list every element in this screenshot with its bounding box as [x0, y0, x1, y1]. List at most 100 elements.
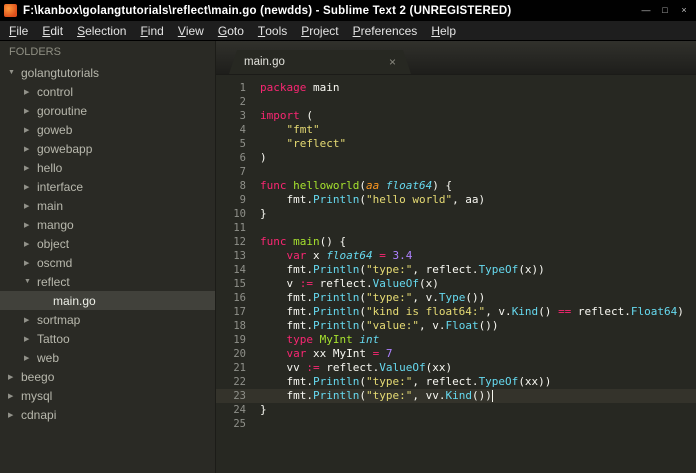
folder-item-goweb[interactable]: ▶ goweb	[0, 120, 215, 139]
code-line-14[interactable]: 14 fmt.Println("type:", reflect.TypeOf(x…	[216, 263, 696, 277]
folder-tree: ▼ golangtutorials ▶ control ▶ goroutine ▶ goweb…	[0, 63, 215, 473]
menu-goto[interactable]: Goto	[211, 21, 251, 40]
menu-selection[interactable]: Selection	[70, 21, 133, 40]
menu-preferences[interactable]: Preferences	[346, 21, 425, 40]
expand-arrow-icon[interactable]: ▶	[8, 392, 21, 400]
expand-arrow-icon[interactable]: ▶	[24, 107, 37, 115]
folder-item-golangtutorials[interactable]: ▼ golangtutorials	[0, 63, 215, 82]
code-line-16[interactable]: 16 fmt.Println("type:", v.Type())	[216, 291, 696, 305]
expand-arrow-icon[interactable]: ▶	[24, 183, 37, 191]
tab-main-go[interactable]: main.go ×	[229, 50, 411, 74]
folder-item-gowebapp[interactable]: ▶ gowebapp	[0, 139, 215, 158]
code-line-20[interactable]: 20 var xx MyInt = 7	[216, 347, 696, 361]
window-controls: — □ ×	[638, 4, 692, 18]
expand-arrow-icon[interactable]: ▶	[24, 354, 37, 362]
tree-item-label: mysql	[21, 388, 53, 403]
folder-item-mango[interactable]: ▶ mango	[0, 215, 215, 234]
code-line-3[interactable]: 3 import (	[216, 109, 696, 123]
code-text: import (	[260, 109, 313, 122]
file-item-main-go[interactable]: main.go	[0, 291, 215, 310]
code-line-5[interactable]: 5 "reflect"	[216, 137, 696, 151]
line-number: 6	[239, 152, 246, 164]
code-line-2[interactable]: 2	[216, 95, 696, 109]
menu-help[interactable]: Help	[424, 21, 463, 40]
menu-find[interactable]: Find	[133, 21, 170, 40]
title-bar[interactable]: F:\kanbox\golangtutorials\reflect\main.g…	[0, 0, 696, 21]
folder-item-main[interactable]: ▶ main	[0, 196, 215, 215]
folder-item-beego[interactable]: ▶ beego	[0, 367, 215, 386]
expand-arrow-icon[interactable]: ▶	[24, 88, 37, 96]
close-tab-icon[interactable]: ×	[389, 55, 396, 69]
code-line-13[interactable]: 13 var x float64 = 3.4	[216, 249, 696, 263]
tree-item-label: Tattoo	[37, 331, 70, 346]
main-area: FOLDERS ▼ golangtutorials ▶ control ▶ gorouti…	[0, 41, 696, 473]
code-line-19[interactable]: 19 type MyInt int	[216, 333, 696, 347]
tree-item-label: main	[37, 198, 64, 213]
expand-arrow-icon[interactable]: ▶	[24, 240, 37, 248]
close-button[interactable]: ×	[676, 4, 692, 18]
expand-arrow-icon[interactable]: ▶	[24, 202, 37, 210]
folder-item-tattoo[interactable]: ▶ Tattoo	[0, 329, 215, 348]
folder-item-cdnapi[interactable]: ▶ cdnapi	[0, 405, 215, 424]
maximize-button[interactable]: □	[657, 4, 673, 18]
collapse-arrow-icon[interactable]: ▼	[24, 278, 37, 285]
expand-arrow-icon[interactable]: ▶	[8, 373, 21, 381]
code-editor[interactable]: 1 package main 2 3 import (4 "fmt" 5 "reflect…	[216, 75, 696, 473]
expand-arrow-icon[interactable]: ▶	[24, 316, 37, 324]
code-line-21[interactable]: 21 vv := reflect.ValueOf(xx)	[216, 361, 696, 375]
expand-arrow-icon[interactable]: ▶	[8, 411, 21, 419]
code-line-1[interactable]: 1 package main	[216, 81, 696, 95]
folder-item-oscmd[interactable]: ▶ oscmd	[0, 253, 215, 272]
code-text: package main	[260, 81, 340, 94]
tree-item-label: main.go	[53, 293, 96, 308]
code-line-7[interactable]: 7	[216, 165, 696, 179]
folder-item-object[interactable]: ▶ object	[0, 234, 215, 253]
code-line-24[interactable]: 24}	[216, 403, 696, 417]
expand-arrow-icon[interactable]: ▶	[24, 259, 37, 267]
code-line-12[interactable]: 12 func main() {	[216, 235, 696, 249]
menu-project[interactable]: Project	[294, 21, 345, 40]
folder-item-hello[interactable]: ▶ hello	[0, 158, 215, 177]
expand-arrow-icon[interactable]: ▶	[24, 164, 37, 172]
code-line-10[interactable]: 10}	[216, 207, 696, 221]
folder-item-reflect[interactable]: ▼ reflect	[0, 272, 215, 291]
line-number: 21	[233, 362, 246, 374]
code-line-8[interactable]: 8 func helloworld(aa float64) {	[216, 179, 696, 193]
folder-item-goroutine[interactable]: ▶ goroutine	[0, 101, 215, 120]
code-line-22[interactable]: 22 fmt.Println("type:", reflect.TypeOf(x…	[216, 375, 696, 389]
code-line-4[interactable]: 4 "fmt"	[216, 123, 696, 137]
line-number: 17	[233, 306, 246, 318]
line-number: 25	[233, 418, 246, 430]
expand-arrow-icon[interactable]: ▶	[24, 145, 37, 153]
folder-item-web[interactable]: ▶ web	[0, 348, 215, 367]
minimize-button[interactable]: —	[638, 4, 654, 18]
folder-item-mysql[interactable]: ▶ mysql	[0, 386, 215, 405]
tree-item-label: oscmd	[37, 255, 73, 270]
folder-item-control[interactable]: ▶ control	[0, 82, 215, 101]
code-line-18[interactable]: 18 fmt.Println("value:", v.Float())	[216, 319, 696, 333]
code-line-15[interactable]: 15 v := reflect.ValueOf(x)	[216, 277, 696, 291]
expand-arrow-icon[interactable]: ▶	[24, 221, 37, 229]
code-text: func main() {	[260, 235, 347, 248]
menu-view[interactable]: View	[171, 21, 211, 40]
line-number: 24	[233, 404, 246, 416]
menu-file[interactable]: File	[2, 21, 35, 40]
code-line-23[interactable]: 23 fmt.Println("type:", vv.Kind())	[216, 389, 696, 403]
code-line-25[interactable]: 25	[216, 417, 696, 431]
code-line-9[interactable]: 9 fmt.Println("hello world", aa)	[216, 193, 696, 207]
code-text: }	[260, 207, 267, 220]
expand-arrow-icon[interactable]: ▶	[24, 126, 37, 134]
code-line-11[interactable]: 11	[216, 221, 696, 235]
expand-arrow-icon[interactable]: ▶	[24, 335, 37, 343]
folder-item-sortmap[interactable]: ▶ sortmap	[0, 310, 215, 329]
code-line-17[interactable]: 17 fmt.Println("kind is float64:", v.Kin…	[216, 305, 696, 319]
menu-tools[interactable]: Tools	[251, 21, 294, 40]
code-line-6[interactable]: 6)	[216, 151, 696, 165]
folder-item-interface[interactable]: ▶ interface	[0, 177, 215, 196]
collapse-arrow-icon[interactable]: ▼	[8, 69, 21, 76]
sidebar: FOLDERS ▼ golangtutorials ▶ control ▶ gorouti…	[0, 41, 216, 473]
line-number: 1	[239, 82, 246, 94]
menu-edit[interactable]: Edit	[35, 21, 70, 40]
line-number: 7	[239, 166, 246, 178]
sublime-window: F:\kanbox\golangtutorials\reflect\main.g…	[0, 0, 696, 473]
